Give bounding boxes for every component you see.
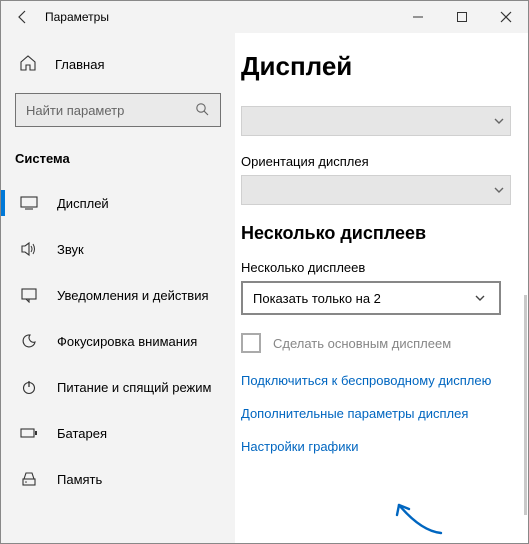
focus-icon [19,333,39,349]
sidebar-item-sound[interactable]: Звук [1,226,235,272]
multiple-displays-label: Несколько дисплеев [241,260,518,275]
link-graphics-settings[interactable]: Настройки графики [241,439,518,454]
orientation-label: Ориентация дисплея [241,154,518,169]
sidebar-home[interactable]: Главная [1,41,235,87]
orientation-dropdown[interactable] [241,175,511,205]
content-pane: Дисплей Ориентация дисплея Несколько дис… [235,33,528,543]
sidebar-item-display[interactable]: Дисплей [1,180,235,226]
back-button[interactable] [1,1,45,33]
search-icon [194,101,210,120]
scale-dropdown[interactable] [241,106,511,136]
page-title: Дисплей [241,51,518,82]
display-icon [19,196,39,210]
chevron-down-icon [488,184,510,196]
sidebar: Главная Найти параметр Система Дисплей З… [1,33,235,543]
sidebar-item-label: Батарея [57,426,107,441]
sidebar-item-label: Память [57,472,102,487]
sidebar-item-label: Звук [57,242,84,257]
close-button[interactable] [484,1,528,33]
sidebar-item-power[interactable]: Питание и спящий режим [1,364,235,410]
maximize-button[interactable] [440,1,484,33]
checkbox-icon [241,333,261,353]
sound-icon [19,241,39,257]
link-wireless-display[interactable]: Подключиться к беспроводному дисплею [241,373,518,388]
scrollbar[interactable] [524,295,527,515]
link-advanced-display[interactable]: Дополнительные параметры дисплея [241,406,518,421]
search-placeholder: Найти параметр [26,103,124,118]
make-main-label: Сделать основным дисплеем [273,336,451,351]
titlebar: Параметры [1,1,528,33]
chevron-down-icon [469,292,491,304]
power-icon [19,379,39,395]
multiple-displays-heading: Несколько дисплеев [241,223,518,244]
sidebar-item-label: Дисплей [57,196,109,211]
make-main-display-checkbox: Сделать основным дисплеем [241,333,518,353]
notifications-icon [19,287,39,303]
multiple-displays-selected: Показать только на 2 [253,291,381,306]
sidebar-item-storage[interactable]: Память [1,456,235,502]
section-heading: Система [1,141,235,180]
sidebar-home-label: Главная [55,57,104,72]
storage-icon [19,471,39,487]
sidebar-item-label: Уведомления и действия [57,288,209,303]
chevron-down-icon [488,115,510,127]
sidebar-item-focus[interactable]: Фокусировка внимания [1,318,235,364]
sidebar-item-notifications[interactable]: Уведомления и действия [1,272,235,318]
search-input[interactable]: Найти параметр [15,93,221,127]
sidebar-item-label: Питание и спящий режим [57,380,211,395]
home-icon [19,54,37,75]
minimize-button[interactable] [396,1,440,33]
multiple-displays-dropdown[interactable]: Показать только на 2 [241,281,501,315]
sidebar-item-battery[interactable]: Батарея [1,410,235,456]
sidebar-item-label: Фокусировка внимания [57,334,197,349]
window-title: Параметры [45,10,109,24]
battery-icon [19,427,39,439]
